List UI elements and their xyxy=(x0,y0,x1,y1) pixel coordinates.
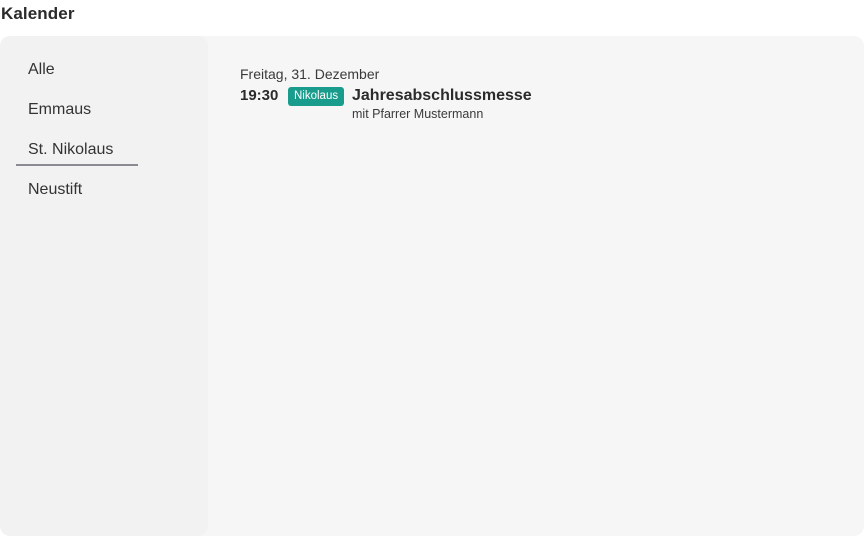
sidebar-item-st-nikolaus[interactable]: St. Nikolaus xyxy=(16,134,138,166)
event-list: Freitag, 31. Dezember 19:30 Nikolaus Jah… xyxy=(240,64,844,124)
sidebar-item-emmaus[interactable]: Emmaus xyxy=(16,94,138,126)
event-time: 19:30 xyxy=(240,87,279,104)
event-subtitle: mit Pfarrer Mustermann xyxy=(352,107,484,121)
sidebar-item-neustift[interactable]: Neustift xyxy=(16,174,138,206)
event-title[interactable]: Jahresabschlussmesse xyxy=(352,84,532,108)
location-badge: Nikolaus xyxy=(288,87,345,106)
sidebar-item-alle[interactable]: Alle xyxy=(16,54,138,86)
page-title: Kalender xyxy=(1,4,75,23)
calendar-filter-sidebar: Alle Emmaus St. Nikolaus Neustift xyxy=(0,36,208,536)
calendar-panel: Alle Emmaus St. Nikolaus Neustift Freita… xyxy=(0,36,864,536)
date-heading: Freitag, 31. Dezember xyxy=(240,66,380,82)
event-item[interactable]: 19:30 Nikolaus Jahresabschlussmesse mit … xyxy=(240,84,844,124)
